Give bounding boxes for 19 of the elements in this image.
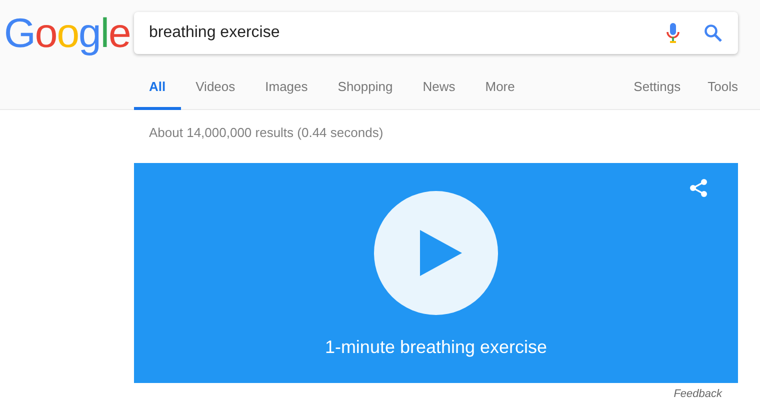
search-tab[interactable]: All bbox=[134, 66, 181, 110]
search-tab[interactable]: Shopping bbox=[322, 66, 408, 110]
video-title: 1-minute breathing exercise bbox=[324, 336, 548, 359]
search-tab[interactable]: Videos bbox=[180, 66, 250, 110]
search-bar[interactable]: breathing exercise bbox=[134, 12, 738, 54]
tools-tab[interactable]: Tools bbox=[680, 66, 738, 110]
tools-tab[interactable]: Settings bbox=[606, 66, 681, 110]
search-tab[interactable]: Images bbox=[250, 66, 323, 110]
microphone-icon[interactable] bbox=[666, 23, 680, 43]
search-icon[interactable] bbox=[704, 24, 722, 42]
feedback-link[interactable]: Feedback bbox=[674, 386, 722, 400]
play-button[interactable] bbox=[373, 190, 499, 316]
search-tab[interactable]: News bbox=[408, 66, 470, 110]
search-tab[interactable]: More bbox=[470, 66, 530, 110]
share-icon[interactable] bbox=[689, 178, 709, 198]
google-logo[interactable]: Google bbox=[0, 12, 134, 54]
video-card[interactable]: 1-minute breathing exercise bbox=[134, 162, 738, 382]
result-stats: About 14,000,000 results (0.44 seconds) bbox=[148, 124, 384, 142]
search-field[interactable]: breathing exercise bbox=[149, 21, 666, 45]
